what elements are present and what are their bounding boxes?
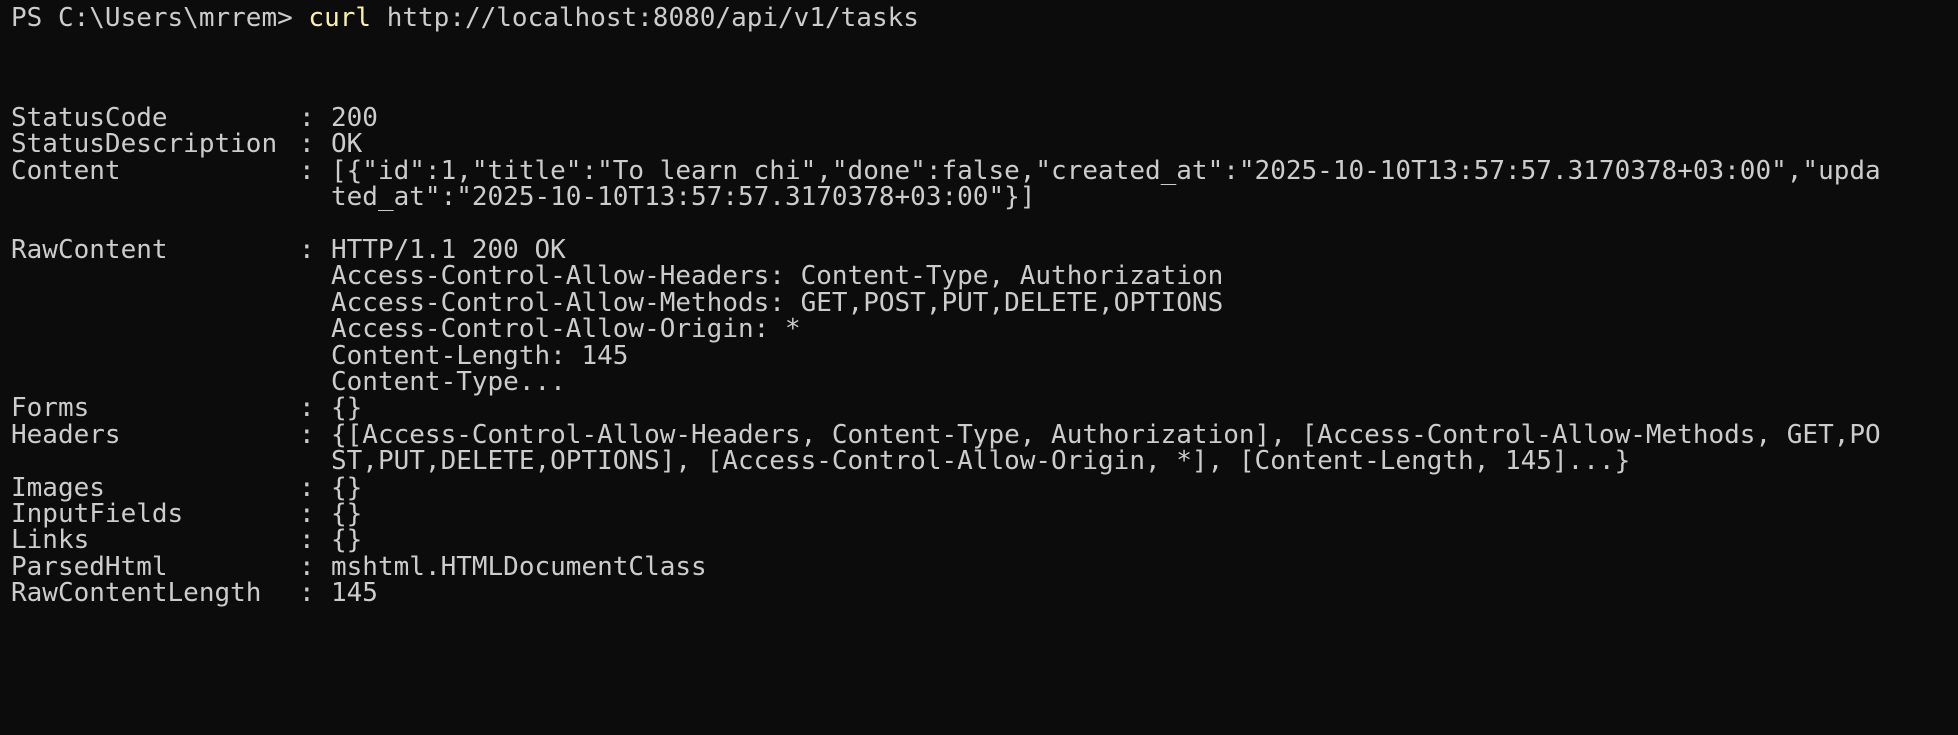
property-value: [{"id":1,"title":"To learn chi","done":f… xyxy=(331,155,1881,212)
property-value: 200 xyxy=(331,102,378,133)
value-line: {} xyxy=(331,472,363,503)
property-separator: : xyxy=(299,155,315,186)
output-row-content: Content: xyxy=(11,155,331,188)
command-prompt-line: PS C:\Users\mrrem> curl http://localhost… xyxy=(11,2,919,35)
command-args: http://localhost:8080/api/v1/tasks xyxy=(371,3,919,33)
value-line: 200 xyxy=(331,103,378,133)
property-value: {} xyxy=(331,498,363,529)
property-key: RawContentLength xyxy=(11,578,262,609)
property-value: 145 xyxy=(331,577,378,609)
property-value: OK xyxy=(331,128,363,160)
output-row-headers: Headers: xyxy=(11,419,331,452)
property-key: Headers xyxy=(11,419,121,450)
value-line: [{"id":1,"title":"To learn chi","done":f… xyxy=(331,155,1881,186)
value-line: 145 xyxy=(331,578,378,609)
output-row-rawcontentlength: RawContentLength: xyxy=(11,577,331,610)
property-value: {} xyxy=(331,472,363,503)
command-name: curl xyxy=(308,3,372,33)
property-separator: : xyxy=(299,419,315,450)
property-key: RawContent xyxy=(11,235,168,265)
property-value: HTTP/1.1 200 OK Access-Control-Allow-Head… xyxy=(331,234,1224,397)
prompt-prefix: PS C:\Users\mrrem> xyxy=(11,3,309,33)
terminal-window[interactable]: PS C:\Users\mrrem> curl http://localhost… xyxy=(0,0,1958,735)
value-line: Access-Control-Allow-Headers: Content-Ty… xyxy=(331,261,1224,292)
value-line: {} xyxy=(331,499,363,529)
value-line: HTTP/1.1 200 OK xyxy=(331,235,566,265)
property-value: {[Access-Control-Allow-Headers, Content-… xyxy=(331,419,1881,476)
property-value: mshtml.HTMLDocumentClass xyxy=(331,551,707,582)
value-line: OK xyxy=(331,129,363,160)
value-line: {} xyxy=(331,393,363,424)
value-line: Access-Control-Allow-Methods: GET,POST,P… xyxy=(331,287,1224,318)
property-key: Content xyxy=(11,155,121,186)
property-value: {} xyxy=(331,524,363,556)
value-line: Content-Type... xyxy=(331,366,566,397)
value-line: {} xyxy=(331,525,363,556)
output-row-rawcontent: RawContent: xyxy=(11,234,331,267)
property-separator: : xyxy=(299,578,315,609)
value-line: mshtml.HTMLDocumentClass xyxy=(331,551,707,582)
property-separator: : xyxy=(299,235,315,265)
property-value: {} xyxy=(331,392,363,424)
value-line: {[Access-Control-Allow-Headers, Content-… xyxy=(331,419,1881,450)
